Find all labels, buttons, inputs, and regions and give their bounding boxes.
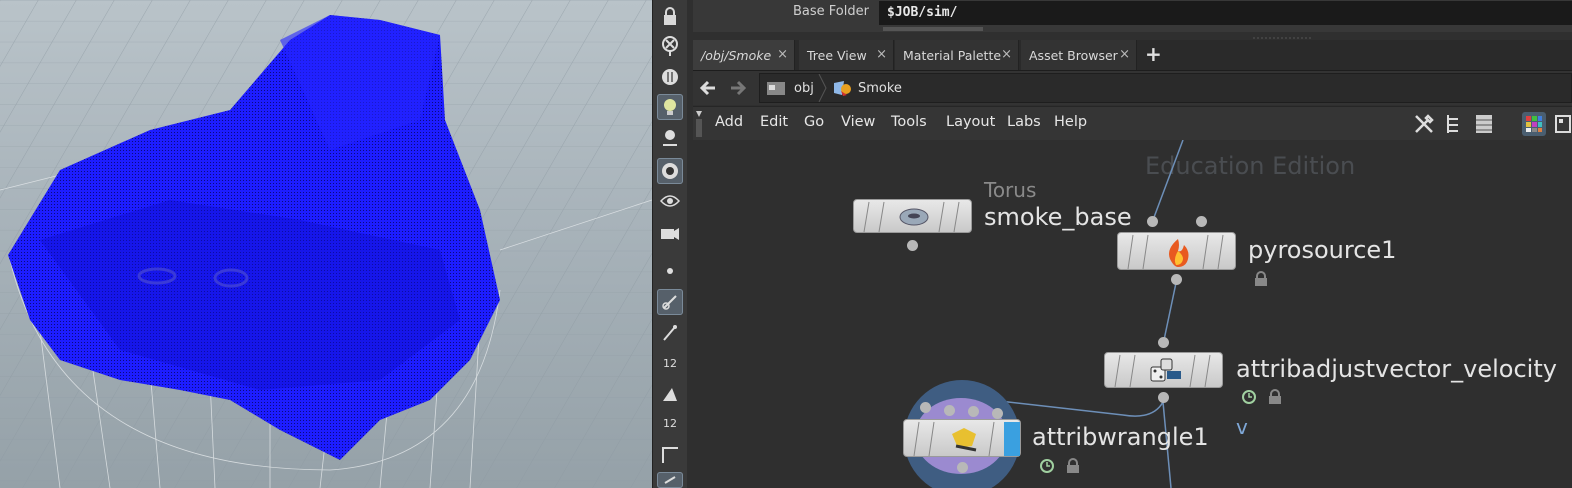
camera-icon[interactable] <box>657 220 683 246</box>
back-arrow-icon[interactable] <box>697 77 721 99</box>
camera-lock-icon[interactable] <box>657 33 683 59</box>
breadcrumb-smoke[interactable]: Smoke <box>832 74 902 102</box>
shape-palette-icon[interactable] <box>1551 112 1572 136</box>
pyrosource-node[interactable] <box>1117 232 1236 270</box>
corner-icon[interactable] <box>657 442 683 468</box>
list-view-icon[interactable] <box>1472 112 1496 136</box>
point-numbers-icon[interactable]: 12 <box>657 350 683 376</box>
shading-icon[interactable] <box>657 64 683 90</box>
tab-obj-smoke[interactable]: /obj/Smoke × <box>693 40 795 70</box>
node-name-label[interactable]: pyrosource1 <box>1248 236 1396 264</box>
tab-label: /obj/Smoke <box>701 47 772 63</box>
network-menu-bar: Add Edit Go View Tools Layout Labs Help <box>693 106 1572 141</box>
forward-arrow-icon[interactable] <box>727 77 751 99</box>
menu-help[interactable]: Help <box>1054 114 1087 130</box>
network-icon <box>767 82 785 95</box>
fire-icon <box>1127 234 1224 270</box>
parameter-scrollbar[interactable] <box>883 27 983 31</box>
wrench-icon[interactable] <box>1412 112 1436 136</box>
input-port[interactable] <box>968 406 979 417</box>
brush-icon[interactable] <box>657 320 683 346</box>
attribwrangle-node[interactable] <box>903 419 1021 457</box>
menu-labs[interactable]: Labs <box>1007 114 1041 130</box>
light-icon[interactable] <box>657 125 683 151</box>
tab-material-palette[interactable]: Material Palette × <box>895 40 1019 70</box>
menu-add[interactable]: Add <box>715 114 743 130</box>
output-port[interactable] <box>907 240 918 251</box>
collapse-toolbar-icon[interactable] <box>695 109 703 139</box>
torus-icon <box>863 201 960 233</box>
input-port[interactable] <box>944 405 955 416</box>
menu-layout[interactable]: Layout <box>946 114 995 130</box>
output-port[interactable] <box>1171 274 1182 285</box>
tab-label: Material Palette <box>903 47 1002 63</box>
input-port[interactable] <box>992 408 1003 419</box>
node-comment-label: v <box>1236 415 1248 439</box>
lock-icon[interactable] <box>1268 389 1282 405</box>
node-name-label[interactable]: smoke_base <box>984 203 1132 231</box>
point-display-icon[interactable] <box>657 258 683 284</box>
network-editor-canvas[interactable]: Education Edition Torus smoke_base pyros… <box>693 140 1572 488</box>
menu-tools[interactable]: Tools <box>891 114 927 130</box>
snap-icon[interactable] <box>657 289 683 315</box>
tab-asset-browser[interactable]: Asset Browser × <box>1021 40 1137 70</box>
lock-icon[interactable] <box>1254 271 1268 287</box>
geometry-object-icon <box>834 81 851 96</box>
node-type-label: Torus <box>984 178 1037 202</box>
network-pane: Base Folder $JOB/sim/ /obj/Smoke × Tree V… <box>693 0 1572 488</box>
menu-edit[interactable]: Edit <box>760 114 788 130</box>
tab-close-icon[interactable]: × <box>876 47 887 62</box>
input-port[interactable] <box>1158 337 1169 348</box>
viewport-scene <box>0 0 652 488</box>
dice-icon <box>1114 354 1211 388</box>
tab-close-icon[interactable]: × <box>1001 47 1012 62</box>
breadcrumb-obj[interactable]: obj <box>766 74 814 102</box>
tree-layout-icon[interactable] <box>1442 112 1466 136</box>
menu-view[interactable]: View <box>841 114 875 130</box>
parameter-row: Base Folder $JOB/sim/ <box>693 0 1572 39</box>
input-port[interactable] <box>1196 216 1207 227</box>
headlight-icon[interactable] <box>657 94 683 120</box>
point-numbers-label: 12 <box>663 356 677 370</box>
prim-numbers-icon[interactable]: 12 <box>657 410 683 436</box>
tab-label: Tree View <box>807 47 867 63</box>
tab-close-icon[interactable]: × <box>1119 47 1130 62</box>
base-folder-field[interactable]: $JOB/sim/ <box>879 1 1572 25</box>
breadcrumb-smoke-label: Smoke <box>858 80 902 96</box>
clock-icon[interactable] <box>1241 389 1257 405</box>
color-palette-icon[interactable] <box>1522 112 1546 136</box>
node-name-label[interactable]: attribadjustvector_velocity <box>1236 355 1557 383</box>
smoke-base-node[interactable] <box>853 199 972 233</box>
input-port[interactable] <box>1147 216 1158 227</box>
path-bar: obj Smoke <box>693 71 1572 105</box>
lock-view-icon[interactable] <box>657 3 683 29</box>
breadcrumb-obj-label: obj <box>794 80 814 96</box>
input-port[interactable] <box>920 402 931 413</box>
output-port[interactable] <box>1158 392 1169 403</box>
pane-tab-bar: /obj/Smoke × Tree View × Material Palette ×… <box>693 40 1572 71</box>
more-tools-icon[interactable] <box>657 472 683 488</box>
node-name-label[interactable]: attribwrangle1 <box>1032 423 1209 451</box>
wrangle-icon <box>913 421 1020 457</box>
breadcrumb: obj Smoke <box>759 73 1572 103</box>
prim-numbers-label: 12 <box>663 416 677 430</box>
texture-ball-icon[interactable] <box>657 158 683 184</box>
viewport-toolbar: 12 12 <box>652 0 689 488</box>
output-port[interactable] <box>957 462 968 473</box>
menu-go[interactable]: Go <box>804 114 824 130</box>
add-tab-button[interactable]: + <box>1145 42 1162 66</box>
breadcrumb-separator-icon <box>818 74 827 102</box>
attribadjust-node[interactable] <box>1104 352 1223 388</box>
wedge-icon[interactable] <box>657 381 683 407</box>
scene-viewport[interactable] <box>0 0 652 488</box>
tab-label: Asset Browser <box>1029 47 1118 63</box>
clock-icon[interactable] <box>1039 458 1055 474</box>
lock-icon[interactable] <box>1066 458 1080 474</box>
tab-tree-view[interactable]: Tree View × <box>799 40 894 70</box>
base-folder-label: Base Folder <box>793 4 869 19</box>
tab-close-icon[interactable]: × <box>777 47 788 62</box>
visibility-icon[interactable] <box>657 188 683 214</box>
